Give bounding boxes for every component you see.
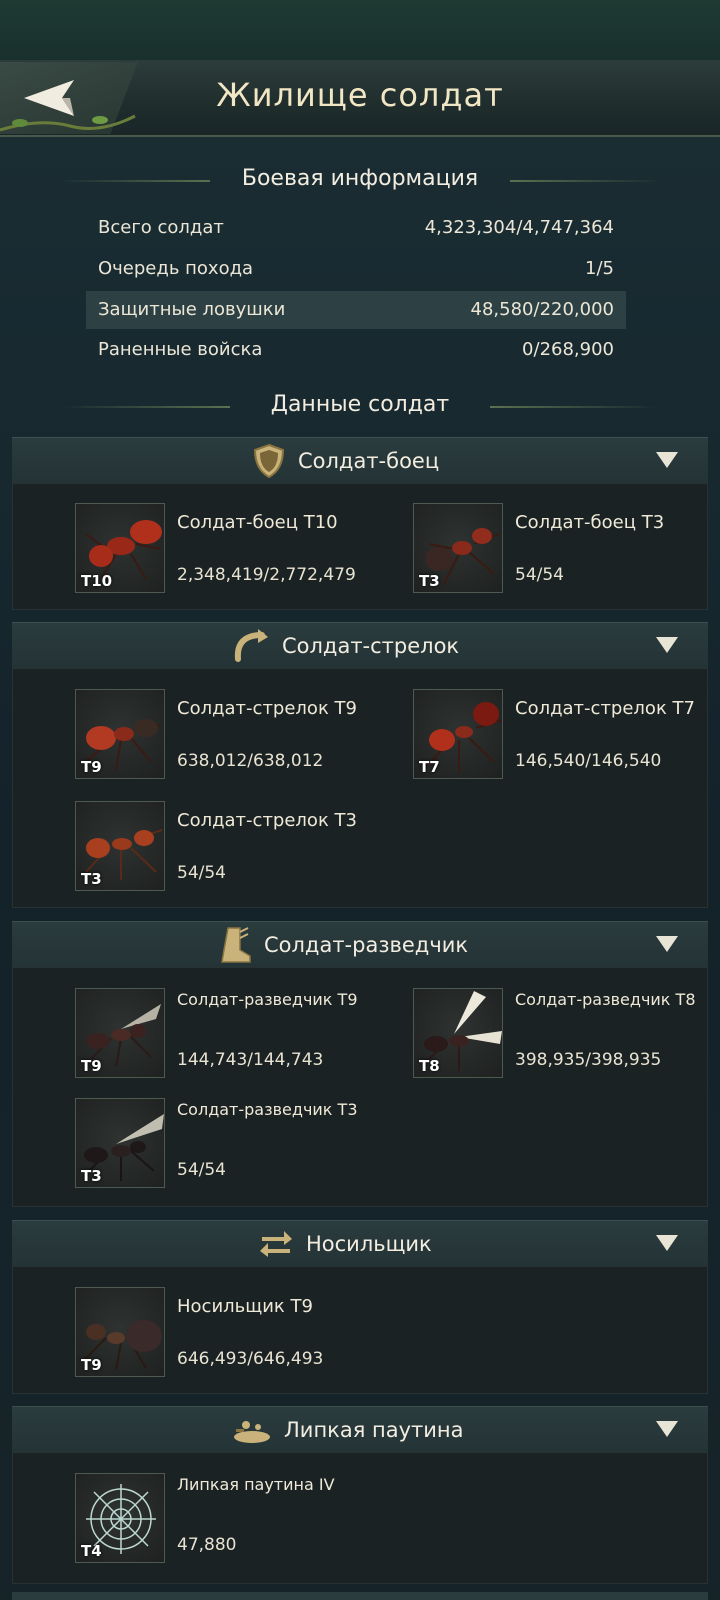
unit-count: 144,743/144,743	[177, 1050, 324, 1070]
next-category-edge	[12, 1592, 708, 1600]
unit-card[interactable]: T9 Солдат-стрелок T9 638,012/638,012	[75, 689, 405, 781]
unit-thumbnail: T4	[75, 1473, 165, 1563]
unit-thumbnail: T10	[75, 503, 165, 593]
unit-name: Солдат-стрелок T7	[515, 698, 695, 719]
unit-name: Солдат-разведчик T9	[177, 990, 358, 1009]
info-value: 1/5	[585, 258, 614, 279]
unit-card[interactable]: T3 Солдат-боец T3 54/54	[413, 503, 720, 595]
unit-card[interactable]: T10 Солдат-боец T10 2,348,419/2,772,479	[75, 503, 405, 595]
category-body-scout: T9 Солдат-разведчик T9 144,743/144,743 T…	[12, 967, 708, 1207]
info-row-traps: Защитные ловушки 48,580/220,000	[86, 291, 626, 329]
info-label: Защитные ловушки	[98, 299, 286, 320]
unit-count: 47,880	[177, 1535, 237, 1555]
unit-count: 54/54	[177, 863, 226, 883]
unit-thumbnail: T3	[75, 1098, 165, 1188]
unit-name: Солдат-стрелок T3	[177, 810, 357, 831]
bow-icon	[234, 629, 268, 662]
chevron-down-icon[interactable]	[656, 936, 678, 952]
tier-badge: T7	[419, 758, 440, 776]
unit-count: 398,935/398,935	[515, 1050, 662, 1070]
web-trap-icon	[234, 1421, 270, 1443]
category-body-carrier: T9 Носильщик T9 646,493/646,493	[12, 1266, 708, 1394]
unit-card[interactable]: T9 Носильщик T9 646,493/646,493	[75, 1287, 405, 1379]
category-title: Солдат-боец	[298, 449, 440, 473]
tier-badge: T3	[81, 1167, 102, 1185]
category-title: Солдат-разведчик	[264, 933, 469, 957]
tier-badge: T9	[81, 758, 102, 776]
unit-name: Солдат-стрелок T9	[177, 698, 357, 719]
unit-thumbnail: T3	[75, 801, 165, 891]
category-title: Носильщик	[306, 1232, 432, 1256]
category-title: Солдат-стрелок	[282, 634, 460, 658]
chevron-down-icon[interactable]	[656, 1235, 678, 1251]
info-label: Раненные войска	[98, 339, 263, 360]
unit-card[interactable]: T9 Солдат-разведчик T9 144,743/144,743	[75, 988, 405, 1080]
page-title: Жилище солдат	[216, 76, 504, 114]
info-row-wounded: Раненные войска 0/268,900	[86, 331, 626, 369]
unit-count: 54/54	[177, 1160, 226, 1180]
category-header-sticky-web[interactable]: Липкая паутина	[12, 1406, 708, 1453]
unit-card[interactable]: T3 Солдат-разведчик T3 54/54	[75, 1098, 405, 1190]
info-label: Очередь похода	[98, 258, 254, 279]
unit-thumbnail: T9	[75, 689, 165, 779]
chevron-down-icon[interactable]	[656, 1421, 678, 1437]
unit-count: 646,493/646,493	[177, 1349, 324, 1369]
unit-count: 2,348,419/2,772,479	[177, 565, 356, 585]
unit-thumbnail: T9	[75, 988, 165, 1078]
unit-count: 146,540/146,540	[515, 751, 662, 771]
battle-info-title: Боевая информация	[241, 166, 479, 191]
info-value: 0/268,900	[522, 339, 614, 360]
category-header-scout[interactable]: Солдат-разведчик	[12, 921, 708, 968]
info-value: 4,323,304/4,747,364	[424, 217, 614, 238]
unit-thumbnail: T9	[75, 1287, 165, 1377]
unit-name: Солдат-разведчик T3	[177, 1100, 358, 1119]
unit-name: Липкая паутина IV	[177, 1475, 335, 1494]
unit-count: 54/54	[515, 565, 564, 585]
category-body-archer: T9 Солдат-стрелок T9 638,012/638,012 T7 …	[12, 668, 708, 908]
arrows-icon	[260, 1231, 292, 1257]
unit-name: Солдат-боец T3	[515, 512, 665, 533]
info-label: Всего солдат	[98, 217, 224, 238]
unit-card[interactable]: T3 Солдат-стрелок T3 54/54	[75, 801, 405, 893]
tier-badge: T8	[419, 1057, 440, 1075]
info-row-march-queue: Очередь похода 1/5	[86, 250, 626, 288]
chevron-down-icon[interactable]	[656, 637, 678, 653]
top-strip	[0, 0, 720, 60]
tier-badge: T3	[81, 870, 102, 888]
tier-badge: T10	[81, 572, 113, 590]
unit-name: Солдат-разведчик T8	[515, 990, 696, 1009]
info-value: 48,580/220,000	[470, 299, 614, 320]
category-title: Липкая паутина	[284, 1418, 464, 1442]
soldier-data-title: Данные солдат	[270, 392, 450, 417]
unit-thumbnail: T3	[413, 503, 503, 593]
chevron-down-icon[interactable]	[656, 452, 678, 468]
unit-thumbnail: T7	[413, 689, 503, 779]
unit-count: 638,012/638,012	[177, 751, 324, 771]
unit-thumbnail: T8	[413, 988, 503, 1078]
unit-name: Солдат-боец T10	[177, 512, 338, 533]
tier-badge: T4	[81, 1542, 102, 1560]
tier-badge: T9	[81, 1356, 102, 1374]
unit-card[interactable]: T4 Липкая паутина IV 47,880	[75, 1473, 405, 1565]
tier-badge: T3	[419, 572, 440, 590]
boot-icon	[221, 927, 251, 963]
info-row-total: Всего солдат 4,323,304/4,747,364	[86, 209, 626, 247]
category-header-archer[interactable]: Солдат-стрелок	[12, 622, 708, 669]
tier-badge: T9	[81, 1057, 102, 1075]
category-body-fighter: T10 Солдат-боец T10 2,348,419/2,772,479 …	[12, 483, 708, 610]
category-header-fighter[interactable]: Солдат-боец	[12, 437, 708, 484]
unit-card[interactable]: T8 Солдат-разведчик T8 398,935/398,935	[413, 988, 720, 1080]
unit-card[interactable]: T7 Солдат-стрелок T7 146,540/146,540	[413, 689, 720, 781]
shield-icon	[253, 443, 285, 479]
category-header-carrier[interactable]: Носильщик	[12, 1220, 708, 1267]
unit-name: Носильщик T9	[177, 1296, 313, 1317]
category-body-sticky-web: T4 Липкая паутина IV 47,880	[12, 1452, 708, 1584]
